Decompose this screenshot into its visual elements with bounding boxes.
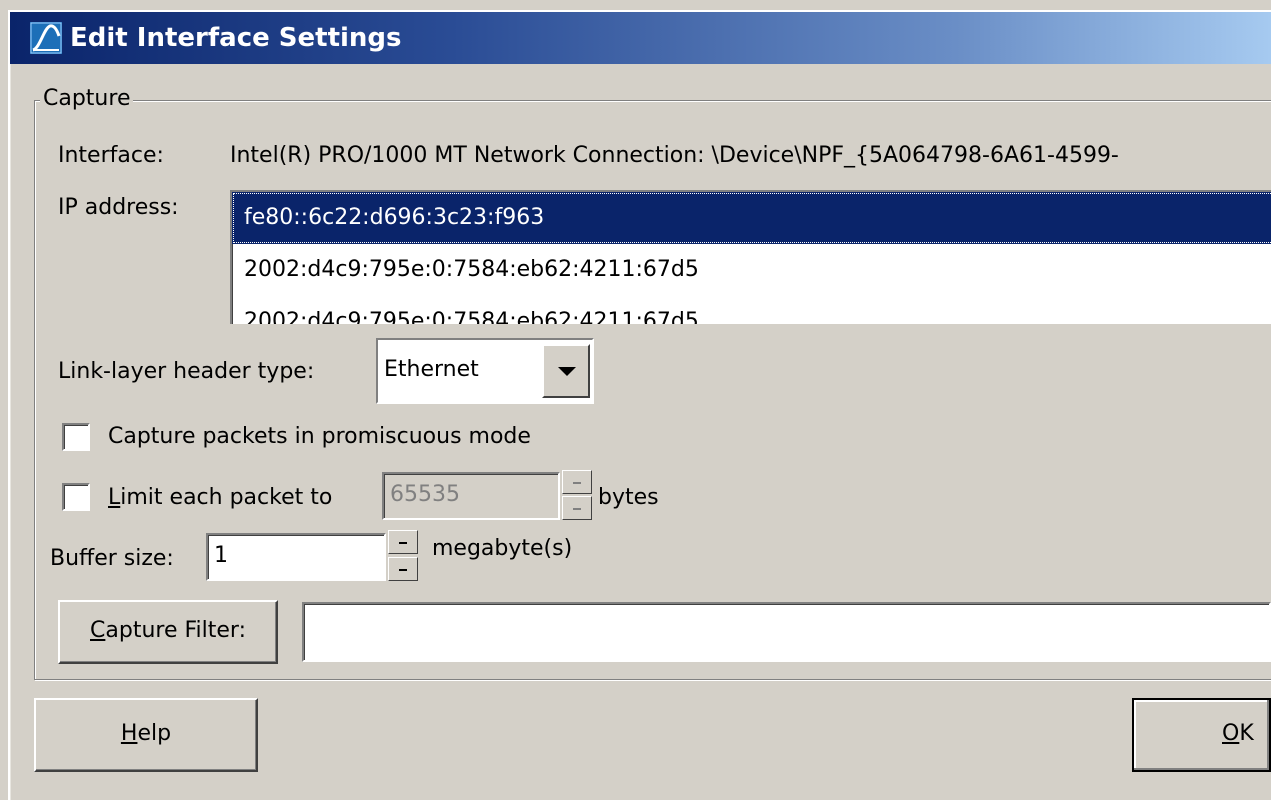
- ip-address-item[interactable]: fe80::6c22:d696:3c23:f963: [232, 192, 1271, 244]
- link-layer-selected: Ethernet: [384, 357, 479, 382]
- minus-icon: [573, 482, 581, 484]
- limit-packet-label-text: imit each packet to: [120, 485, 333, 510]
- promiscuous-label[interactable]: Capture packets in promiscuous mode: [108, 423, 531, 451]
- link-layer-dropdown[interactable]: Ethernet: [376, 338, 594, 404]
- wireshark-fin-icon: [30, 22, 62, 54]
- ok-text: K: [1239, 721, 1254, 746]
- spin-up-button[interactable]: [562, 470, 592, 494]
- buffer-size-spinner[interactable]: [388, 530, 418, 584]
- interface-value: Intel(R) PRO/1000 MT Network Connection:…: [230, 143, 1119, 168]
- capture-filter-button[interactable]: Capture Filter:: [58, 600, 278, 664]
- limit-packet-label-mnemonic: L: [108, 485, 121, 510]
- chevron-down-icon: [558, 367, 576, 376]
- capture-filter-mnemonic: C: [90, 618, 106, 643]
- help-button[interactable]: Help: [34, 698, 258, 772]
- promiscuous-checkbox[interactable]: [62, 423, 90, 451]
- ok-button[interactable]: OK: [1132, 698, 1271, 772]
- spin-up-button[interactable]: [388, 530, 418, 554]
- spin-down-button[interactable]: [562, 496, 592, 520]
- limit-packet-size-input[interactable]: 65535: [382, 472, 560, 520]
- capture-group-label: Capture: [40, 85, 134, 113]
- ip-address-list[interactable]: fe80::6c22:d696:3c23:f963 2002:d4c9:795e…: [230, 190, 1271, 324]
- title-bar[interactable]: Edit Interface Settings: [10, 12, 1271, 64]
- buffer-unit-label: megabyte(s): [432, 536, 573, 561]
- limit-packet-checkbox[interactable]: [62, 483, 90, 511]
- limit-packet-spinner[interactable]: [562, 470, 592, 522]
- spin-down-button[interactable]: [388, 557, 418, 581]
- dropdown-arrow-button[interactable]: [542, 344, 590, 398]
- ip-address-item[interactable]: 2002:d4c9:795e:0:7584:eb62:4211:67d5: [232, 244, 1271, 296]
- limit-packet-label[interactable]: Limit each packet to: [108, 484, 332, 512]
- help-mnemonic: H: [120, 721, 138, 746]
- dialog-title: Edit Interface Settings: [70, 23, 402, 53]
- ok-mnemonic: O: [1222, 721, 1240, 746]
- minus-icon: [573, 508, 581, 510]
- buffer-size-label: Buffer size:: [50, 546, 174, 571]
- interface-label: Interface:: [58, 143, 164, 168]
- buffer-size-input[interactable]: 1: [206, 533, 386, 581]
- ip-address-label: IP address:: [58, 195, 179, 220]
- capture-filter-text: apture Filter:: [105, 618, 246, 643]
- limit-unit-label: bytes: [598, 485, 659, 510]
- minus-icon: [399, 542, 407, 544]
- help-text: elp: [137, 721, 172, 746]
- capture-filter-input[interactable]: [302, 602, 1271, 662]
- capture-groupbox: [34, 100, 1271, 680]
- ip-address-item[interactable]: 2002:d4c9:795e:0:7584:eb62:4211:67d5: [232, 296, 1271, 324]
- minus-icon: [399, 569, 407, 571]
- link-layer-label: Link-layer header type:: [58, 359, 315, 384]
